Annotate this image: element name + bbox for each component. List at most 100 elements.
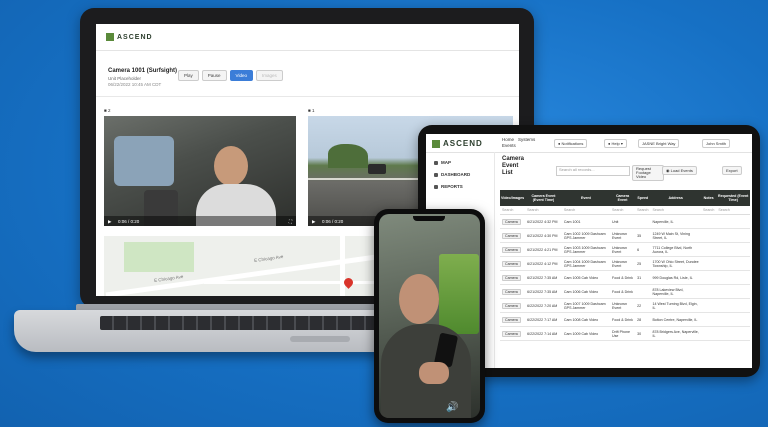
video-cell[interactable]: Camera — [500, 228, 526, 243]
time-cell: 6/21/2022 4:32 PM — [525, 214, 562, 229]
column-search-input[interactable]: Search — [561, 206, 610, 215]
column-search-input[interactable]: Search — [700, 206, 717, 215]
sidebar-item-map[interactable]: MAP — [434, 160, 451, 165]
phone-video[interactable] — [379, 214, 480, 418]
refresh-icon: ◉ — [666, 168, 670, 173]
column-header[interactable]: Video/Images — [500, 190, 526, 206]
video-inside-controls[interactable]: ▶ 0:06 / 0:20 ⛶ — [104, 216, 296, 226]
camera-button[interactable]: Camera — [502, 288, 521, 295]
camera-button[interactable]: Camera — [502, 246, 521, 253]
page-title-line: List — [502, 170, 513, 176]
phone-notch — [413, 216, 445, 221]
table-row[interactable]: Camera 6/22/2022 7:17 AM Cam 1008 Cab Vide… — [500, 312, 750, 327]
camera-button[interactable]: Camera — [502, 316, 521, 323]
play-icon[interactable]: ▶ — [312, 219, 315, 225]
speed-cell: 30 — [635, 326, 651, 341]
table-row[interactable]: Camera 6/22/2022 7:14 AM Cam 1009 Cab Vide… — [500, 326, 750, 341]
event-cell: Unit — [610, 214, 636, 229]
brand-logo[interactable]: ASCEND — [432, 139, 483, 148]
video-cell[interactable]: Camera — [500, 270, 526, 285]
notes-cell — [700, 298, 717, 313]
address-cell: 14 West Turning Blvd, Elgin, IL — [650, 298, 701, 313]
sidebar-item-dashboard[interactable]: DASHBOARD — [434, 172, 470, 177]
play-icon[interactable]: ▶ — [108, 219, 111, 225]
export-button[interactable]: Export — [722, 166, 742, 175]
video-cell[interactable]: Camera — [500, 242, 526, 257]
camera-cell: Cam 1006 Cab Video — [561, 284, 610, 299]
location-select[interactable]: JASNE Bright Way — [638, 139, 680, 148]
column-header[interactable]: Notes — [700, 190, 717, 206]
video-cell[interactable]: Camera — [500, 214, 526, 229]
column-search-input[interactable]: Search — [716, 206, 750, 215]
event-cell: Food & Drink — [610, 284, 636, 299]
nav-events[interactable]: Events — [502, 143, 516, 148]
column-header[interactable]: Requested (Event Time) — [716, 190, 750, 206]
notes-cell — [700, 270, 717, 285]
column-header[interactable]: Speed — [635, 190, 651, 206]
notes-cell — [700, 242, 717, 257]
table-row[interactable]: Camera 6/21/2022 4:32 PM Cam 1001 Unit Naper… — [500, 214, 750, 229]
fullscreen-icon[interactable]: ⛶ — [289, 219, 292, 224]
sidebar-item-reports[interactable]: REPORTS — [434, 184, 463, 189]
nav-home[interactable]: Home — [502, 137, 514, 142]
table-row[interactable]: Camera 6/21/2022 4:21 PM Cam 1003 1009 Das… — [500, 242, 750, 257]
column-search-input[interactable]: Search — [610, 206, 636, 215]
page-title-line: Camera — [502, 156, 525, 162]
address-cell: 7711 College Blvd, North Aurora, IL — [650, 242, 701, 257]
logo-mark-icon — [106, 33, 114, 41]
event-table: Video/Images Camera Event (Event Time) E… — [500, 190, 750, 341]
time-cell: 6/21/2022 4:30 PM — [525, 228, 562, 243]
requested-cell — [716, 284, 750, 299]
time-cell: 6/21/2022 4:12 PM — [525, 256, 562, 271]
camera-button[interactable]: Camera — [502, 232, 521, 239]
video-inside-cab[interactable]: ▶ 0:06 / 0:20 ⛶ — [104, 116, 296, 226]
search-input[interactable]: Search all records... — [556, 166, 630, 176]
laptop-header: ASCEND — [96, 24, 519, 51]
camera-button[interactable]: Camera — [502, 218, 521, 225]
request-footage-button[interactable]: Request Footage Video — [632, 165, 664, 181]
brand-logo[interactable]: ASCEND — [106, 33, 153, 41]
user-menu[interactable]: John Smith — [702, 139, 731, 148]
table-row[interactable]: Camera 6/22/2022 7:20 AM Cam 1007 1009 Das… — [500, 298, 750, 313]
camera-button[interactable]: Camera — [502, 302, 521, 309]
column-search-input[interactable]: Search — [500, 206, 526, 215]
column-header[interactable]: Event — [561, 190, 610, 206]
column-header[interactable]: Camera Event — [610, 190, 636, 206]
column-search-input[interactable]: Search — [635, 206, 651, 215]
notifications-button[interactable]: ● Notifications — [554, 139, 588, 148]
playback-controls: Play Pause Video Images — [178, 70, 283, 81]
speed-cell: 25 — [635, 256, 651, 271]
column-search-input[interactable]: Search — [525, 206, 562, 215]
bell-icon: ● — [558, 141, 561, 146]
video-tab[interactable]: Video — [229, 70, 253, 81]
requested-cell — [716, 298, 750, 313]
video-cell[interactable]: Camera — [500, 326, 526, 341]
table-row[interactable]: Camera 6/21/2022 7:35 AM Cam 1006 Cab Vide… — [500, 284, 750, 299]
camera-button[interactable]: Camera — [502, 274, 521, 281]
help-button[interactable]: ● Help ▾ — [604, 139, 627, 148]
video-time: 0:06 / 0:20 — [118, 219, 140, 224]
video-cell[interactable]: Camera — [500, 298, 526, 313]
camera-button[interactable]: Camera — [502, 260, 521, 267]
speed-cell: 35 — [635, 228, 651, 243]
table-row[interactable]: Camera 6/21/2022 4:12 PM Cam 1004 1009 Das… — [500, 256, 750, 271]
video-cell[interactable]: Camera — [500, 284, 526, 299]
video-cell[interactable]: Camera — [500, 312, 526, 327]
pause-button[interactable]: Pause — [201, 70, 227, 81]
column-header[interactable]: Address — [650, 190, 701, 206]
load-events-button[interactable]: ◉ Load Events — [662, 166, 697, 175]
video-time: 0:06 / 0:20 — [322, 219, 344, 224]
table-row[interactable]: Camera 6/21/2022 4:30 PM Cam 1002 1009 Das… — [500, 228, 750, 243]
column-search-input[interactable]: Search — [650, 206, 701, 215]
notes-cell — [700, 214, 717, 229]
notes-cell — [700, 228, 717, 243]
play-button[interactable]: Play — [178, 70, 199, 81]
images-tab[interactable]: Images — [255, 70, 283, 81]
camera-button[interactable]: Camera — [502, 330, 521, 337]
nav-systems[interactable]: Systems — [518, 137, 535, 142]
column-header[interactable]: Camera Event (Event Time) — [525, 190, 562, 206]
video-cell[interactable]: Camera — [500, 256, 526, 271]
laptop-notch — [290, 336, 350, 342]
table-row[interactable]: Camera 6/21/2022 7:35 AM Cam 1005 Cab Vide… — [500, 270, 750, 285]
speaker-icon[interactable]: 🔊 — [446, 402, 458, 413]
